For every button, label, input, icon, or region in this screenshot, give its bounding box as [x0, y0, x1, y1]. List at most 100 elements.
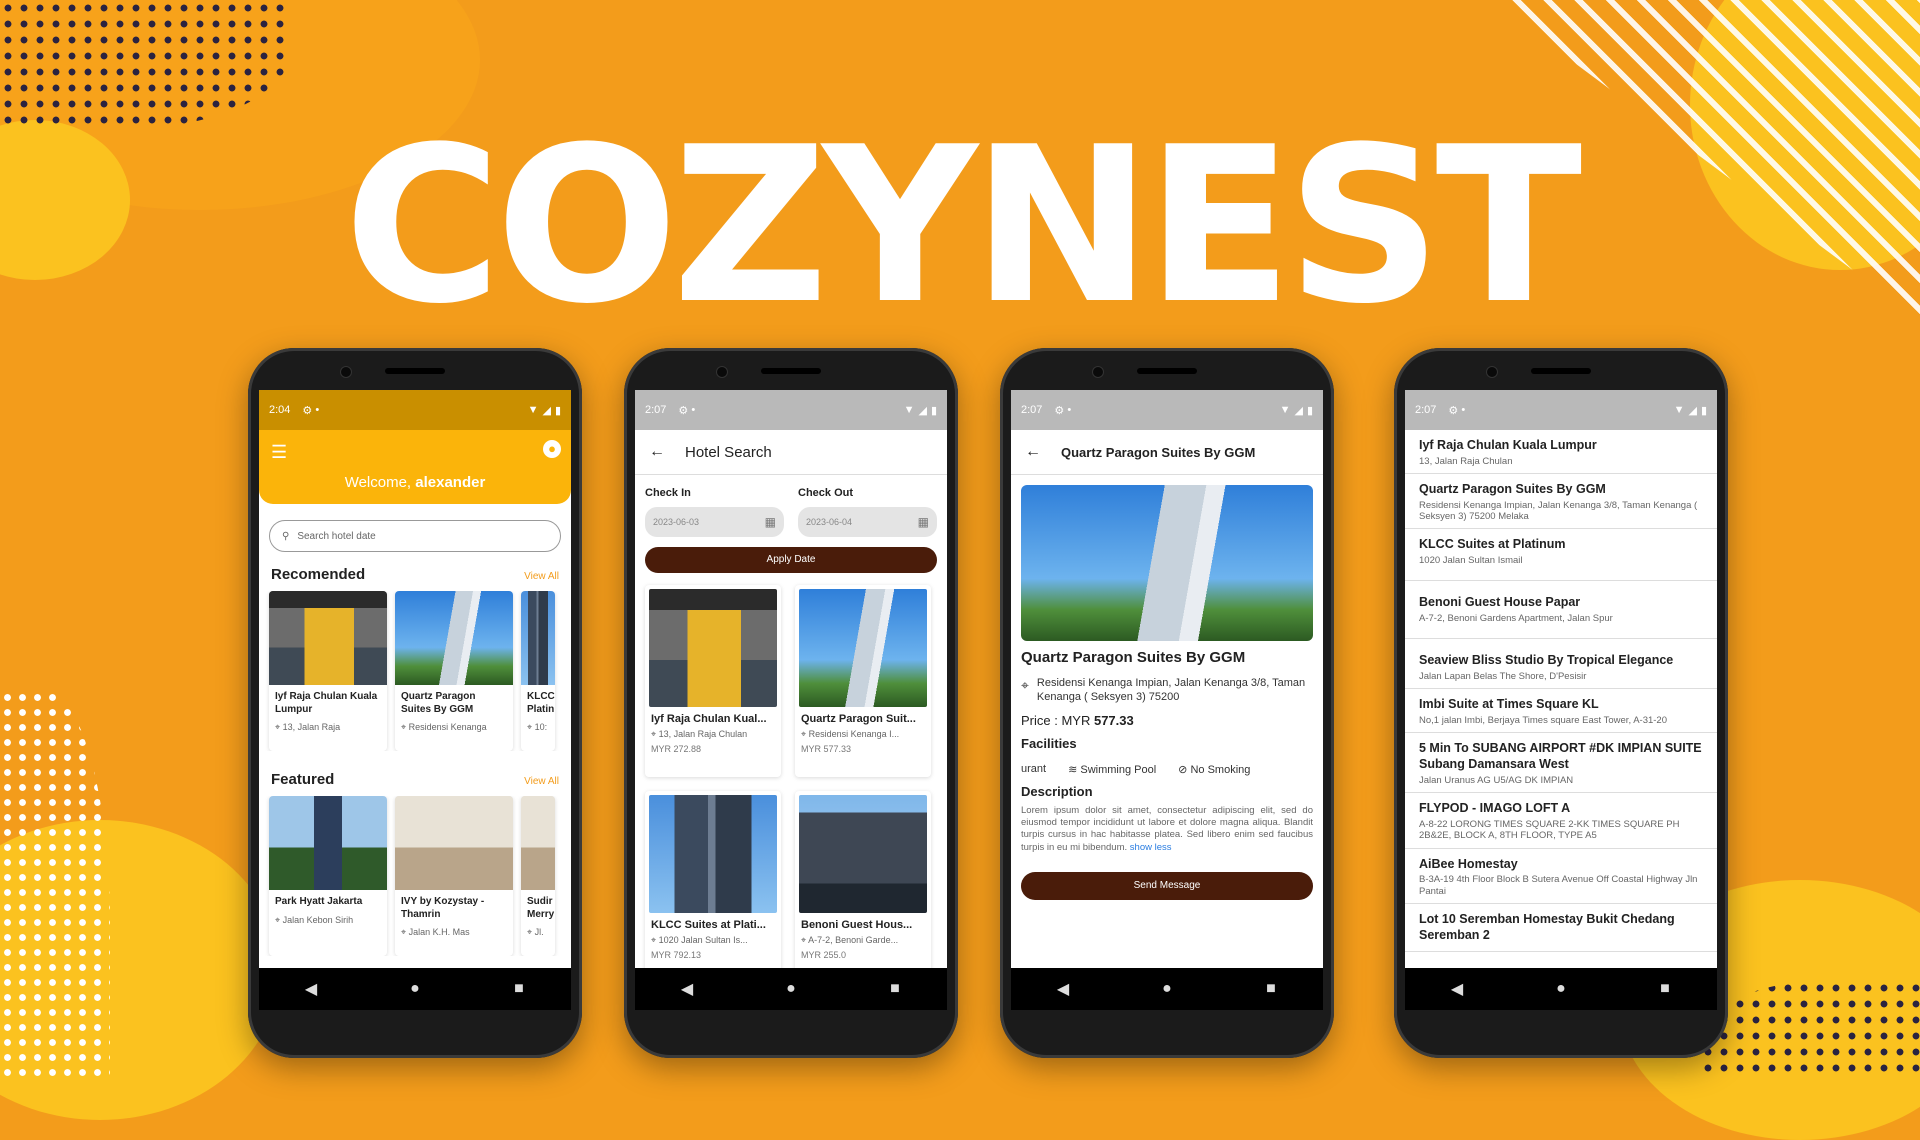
search-input[interactable]: ⚲ Search hotel date: [269, 520, 561, 552]
hotel-address: ⌖ Jalan Kebon Sirih: [275, 914, 354, 925]
search-icon: ⚲: [282, 530, 290, 542]
dot-icon: •: [1461, 404, 1466, 416]
hotel-image: [395, 796, 513, 890]
status-bar: 2:07 ⚙ • ▼ ◢ ▮: [1405, 390, 1717, 430]
wifi-icon: ▼: [527, 404, 539, 416]
show-less-link[interactable]: show less: [1130, 842, 1172, 853]
hotel-name: KLCC Platin: [527, 691, 555, 715]
hotel-card[interactable]: Park Hyatt Jakarta ⌖ Jalan Kebon Sirih: [269, 796, 387, 956]
hotel-address: ⌖ 13, Jalan Raja: [275, 722, 341, 732]
search-placeholder: Search hotel date: [297, 530, 376, 542]
date-selectors: Check In 2023-06-03 ▦ Check Out 2023-06-…: [635, 487, 947, 537]
send-message-button[interactable]: Send Message: [1021, 871, 1313, 900]
back-nav-icon[interactable]: ◀: [657, 979, 717, 999]
hotel-list-screen: 2:07 ⚙ • ▼ ◢ ▮ Iyf Raja Chulan Kuala Lumpu…: [1405, 390, 1717, 1010]
recents-nav-icon[interactable]: ■: [1241, 980, 1301, 998]
location-pin-icon: ⌖: [275, 722, 281, 732]
list-item[interactable]: AiBee Homestay B-3A-19 4th Floor Block B …: [1405, 849, 1717, 904]
hotel-image: [799, 589, 927, 707]
hotel-image: [1021, 485, 1313, 641]
status-bar: 2:04 ⚙ • ▼ ◢ ▮: [259, 390, 571, 430]
hotel-card[interactable]: Iyf Raja Chulan Kuala Lumpur ⌖ 13, Jalan…: [269, 591, 387, 751]
featured-header: Featured View All: [259, 771, 571, 788]
list-item[interactable]: Seaview Bliss Studio By Tropical Eleganc…: [1405, 639, 1717, 690]
home-nav-icon[interactable]: ●: [385, 980, 445, 998]
hotel-name: IVY by Kozystay - Thamrin: [401, 896, 485, 920]
brand-title: COZYNEST: [343, 100, 1582, 351]
signal-icon: ◢: [1294, 404, 1303, 417]
facility-item: urant: [1021, 762, 1047, 775]
hotel-search-screen: 2:07 ⚙ • ▼ ◢ ▮ ← Hotel Search Check In 202…: [635, 390, 947, 1010]
status-time: 2:07: [645, 404, 667, 416]
result-card[interactable]: Quartz Paragon Suit... ⌖ Residensi Kenan…: [795, 585, 931, 777]
page-title: Hotel Search: [685, 443, 772, 461]
list-item[interactable]: 5 Min To SUBANG AIRPORT #DK IMPIAN SUITE…: [1405, 733, 1717, 794]
back-nav-icon[interactable]: ◀: [1033, 979, 1093, 999]
home-nav-icon[interactable]: ●: [1531, 980, 1591, 998]
page-title: Quartz Paragon Suites By GGM: [1061, 444, 1256, 460]
hotel-card[interactable]: IVY by Kozystay - Thamrin ⌖ Jalan K.H. M…: [395, 796, 513, 956]
location-pin-icon: ⌖: [651, 935, 657, 945]
result-card[interactable]: Benoni Guest Hous... ⌖ A-7-2, Benoni Gar…: [795, 791, 931, 983]
hotel-card[interactable]: Quartz Paragon Suites By GGM ⌖ Residensi…: [395, 591, 513, 751]
back-arrow-icon[interactable]: ←: [649, 443, 665, 461]
check-in-label: Check In: [645, 487, 691, 499]
phone-hotel-detail: 2:07 ⚙ • ▼ ◢ ▮ ← Quartz Paragon Suites By …: [1000, 348, 1334, 1058]
home-nav-icon[interactable]: ●: [1137, 980, 1197, 998]
wifi-icon: ▼: [1673, 404, 1685, 416]
home-nav-icon[interactable]: ●: [761, 980, 821, 998]
list-item[interactable]: FLYPOD - IMAGO LOFT A A-8-22 LORONG TIMES…: [1405, 793, 1717, 849]
signal-icon: ◢: [918, 404, 927, 417]
apply-date-button[interactable]: Apply Date: [645, 547, 937, 573]
list-item[interactable]: Iyf Raja Chulan Kuala Lumpur 13, Jalan Ra…: [1405, 430, 1717, 475]
calendar-icon: ▦: [917, 515, 929, 529]
location-pin-icon: ⌖: [1021, 677, 1029, 693]
hotel-address: ⌖ 13, Jalan Raja Chulan: [651, 729, 748, 739]
no-smoking-icon: ⊘: [1178, 763, 1188, 776]
hotel-price: Price : MYR 577.33: [1021, 712, 1134, 728]
recents-nav-icon[interactable]: ■: [1635, 980, 1695, 998]
android-nav-bar: ◀ ● ■: [1405, 968, 1717, 1010]
hotel-price: MYR 792.13: [651, 950, 702, 960]
dot-icon: •: [691, 404, 696, 416]
hotel-name: Iyf Raja Chulan Kual...: [651, 713, 767, 725]
profile-icon[interactable]: ●: [543, 440, 561, 458]
back-nav-icon[interactable]: ◀: [1427, 979, 1487, 999]
back-arrow-icon[interactable]: ←: [1025, 443, 1041, 461]
hotel-card[interactable]: Sudir Merry ⌖ Jl.: [521, 796, 555, 956]
hotel-address: ⌖ 10:: [527, 722, 548, 732]
view-all-link[interactable]: View All: [524, 776, 559, 787]
location-pin-icon: ⌖: [275, 914, 281, 925]
location-pin-icon: ⌖: [401, 722, 407, 732]
list-item[interactable]: Benoni Guest House Papar A-7-2, Benoni Ga…: [1405, 581, 1717, 640]
hotel-address: ⌖ Residensi Kenanga Impian, Jalan Kenang…: [1021, 677, 1306, 704]
recents-nav-icon[interactable]: ■: [865, 980, 925, 998]
list-item[interactable]: Imbi Suite at Times Square KL No,1 jalan …: [1405, 689, 1717, 734]
hotel-address: ⌖ Jl.: [527, 927, 544, 937]
bg-dots-bottom-left: [0, 690, 110, 1080]
view-all-link[interactable]: View All: [524, 571, 559, 582]
search-results: Iyf Raja Chulan Kual... ⌖ 13, Jalan Raja…: [635, 585, 947, 983]
list-item[interactable]: Quartz Paragon Suites By GGM Residensi Ke…: [1405, 474, 1717, 530]
check-in-value: 2023-06-03: [653, 517, 700, 527]
result-card[interactable]: Iyf Raja Chulan Kual... ⌖ 13, Jalan Raja…: [645, 585, 781, 777]
gear-icon: ⚙: [678, 404, 689, 417]
list-item[interactable]: Lot 10 Seremban Homestay Bukit Chedang S…: [1405, 904, 1717, 953]
gear-icon: ⚙: [1448, 404, 1459, 417]
battery-icon: ▮: [554, 404, 561, 417]
menu-icon[interactable]: ☰: [271, 442, 287, 463]
check-out-label: Check Out: [798, 487, 854, 499]
hotel-card[interactable]: KLCC Platin ⌖ 10:: [521, 591, 555, 751]
check-out-field[interactable]: 2023-06-04 ▦: [798, 507, 937, 537]
result-card[interactable]: KLCC Suites at Plati... ⌖ 1020 Jalan Sul…: [645, 791, 781, 983]
check-in-field[interactable]: 2023-06-03 ▦: [645, 507, 784, 537]
back-nav-icon[interactable]: ◀: [281, 979, 341, 999]
hotel-image: [521, 796, 555, 890]
recents-nav-icon[interactable]: ■: [489, 980, 549, 998]
app-bar: ← Quartz Paragon Suites By GGM: [1011, 430, 1323, 475]
featured-list: Park Hyatt Jakarta ⌖ Jalan Kebon Sirih I…: [259, 796, 571, 956]
hotel-name: KLCC Suites at Plati...: [651, 919, 766, 931]
hotel-address: ⌖ 1020 Jalan Sultan Is...: [651, 935, 748, 945]
hotel-detail-screen: 2:07 ⚙ • ▼ ◢ ▮ ← Quartz Paragon Suites By …: [1011, 390, 1323, 1010]
list-item[interactable]: KLCC Suites at Platinum 1020 Jalan Sultan…: [1405, 529, 1717, 582]
